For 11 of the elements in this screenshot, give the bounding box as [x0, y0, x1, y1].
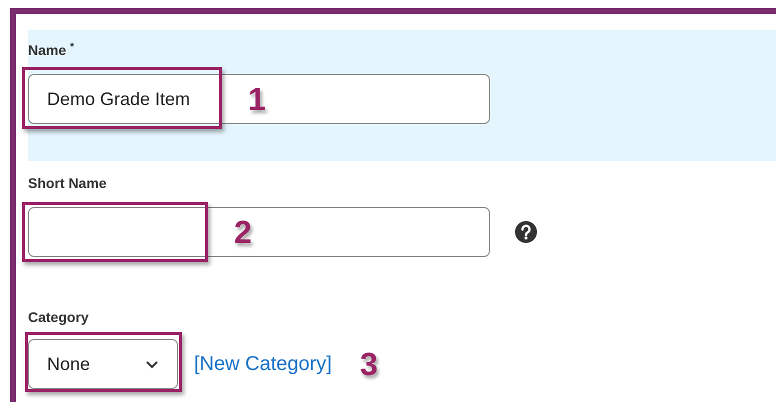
chevron-down-icon	[145, 360, 159, 368]
category-select[interactable]: None	[28, 339, 178, 389]
field-label: Category	[28, 308, 90, 327]
text-field[interactable]	[28, 207, 490, 257]
annotation-number: 2	[234, 213, 252, 252]
annotation-number: 1	[248, 80, 266, 119]
field-label: Name $^{*}$	[28, 40, 76, 60]
new-category-link[interactable]: [New Category]	[194, 349, 332, 379]
annotation-number: 3	[360, 345, 378, 384]
help-icon[interactable]	[515, 221, 537, 243]
field-label: Short Name	[28, 174, 108, 193]
